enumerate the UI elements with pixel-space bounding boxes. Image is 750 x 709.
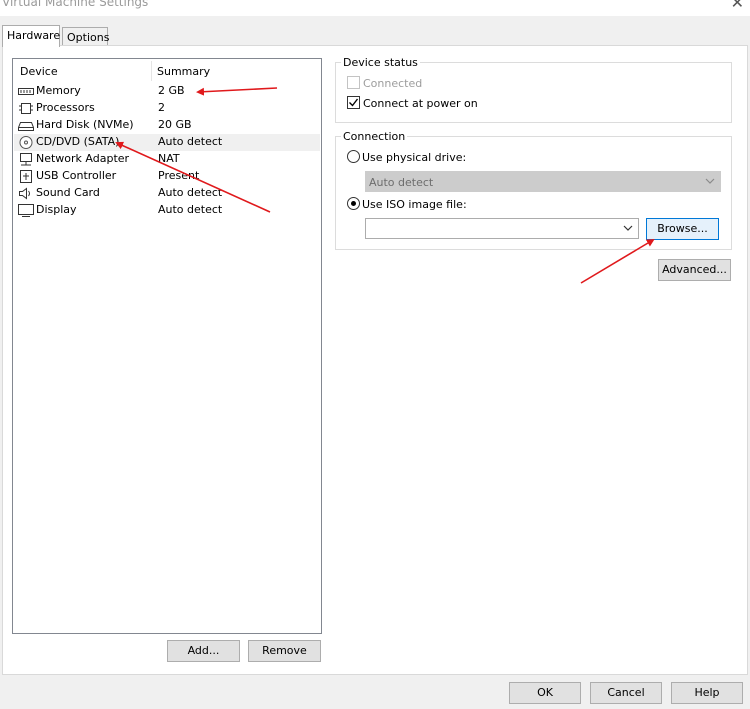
- device-name: Display: [36, 203, 77, 216]
- close-icon[interactable]: ✕: [731, 0, 744, 12]
- device-row-sound-card[interactable]: Sound Card Auto detect: [14, 185, 320, 202]
- device-name: Network Adapter: [36, 152, 130, 165]
- connect-at-power-on-label: Connect at power on: [363, 97, 478, 110]
- hard-disk-icon: [18, 122, 34, 131]
- device-summary: 2: [158, 101, 165, 114]
- use-physical-drive-label: Use physical drive:: [362, 151, 467, 164]
- help-button[interactable]: Help: [671, 682, 743, 704]
- use-iso-image-label: Use ISO image file:: [362, 198, 467, 211]
- device-row-network-adapter[interactable]: Network Adapter NAT: [14, 151, 320, 168]
- cd-dvd-icon: [19, 136, 33, 149]
- sound-icon: [19, 187, 30, 200]
- memory-icon: [18, 88, 34, 95]
- browse-button[interactable]: Browse...: [646, 218, 719, 240]
- device-status-group: [335, 62, 732, 123]
- advanced-button[interactable]: Advanced...: [658, 259, 731, 281]
- device-summary: Auto detect: [158, 203, 223, 216]
- device-row-hard-disk[interactable]: Hard Disk (NVMe) 20 GB: [14, 117, 320, 134]
- column-separator[interactable]: [151, 61, 152, 81]
- device-name: Sound Card: [36, 186, 100, 199]
- device-row-cd-dvd[interactable]: CD/DVD (SATA) Auto detect: [14, 134, 320, 151]
- display-icon: [18, 204, 34, 217]
- remove-button[interactable]: Remove: [248, 640, 321, 662]
- device-name: Memory: [36, 84, 81, 97]
- device-row-usb-controller[interactable]: USB Controller Present: [14, 168, 320, 185]
- device-list[interactable]: Device Summary Memory 2 GB Processors 2 …: [12, 58, 322, 634]
- device-summary: 20 GB: [158, 118, 192, 131]
- physical-drive-value: Auto detect: [369, 176, 434, 189]
- device-status-title: Device status: [341, 56, 420, 69]
- use-physical-drive-radio[interactable]: [347, 150, 360, 163]
- checkmark-icon: [349, 98, 359, 107]
- column-header-device[interactable]: Device: [20, 65, 58, 78]
- connection-title: Connection: [341, 130, 408, 143]
- radio-selected-dot: [351, 201, 356, 206]
- physical-drive-select[interactable]: Auto detect: [365, 171, 721, 192]
- connected-checkbox[interactable]: [347, 76, 360, 89]
- device-summary: Auto detect: [158, 135, 223, 148]
- device-row-memory[interactable]: Memory 2 GB: [14, 83, 320, 100]
- title-bar: Virtual Machine Settings ✕: [0, 0, 750, 16]
- connected-label: Connected: [363, 77, 423, 90]
- iso-image-path-combobox[interactable]: [365, 218, 639, 239]
- device-summary: Present: [158, 169, 200, 182]
- connect-at-power-on-checkbox[interactable]: [347, 96, 360, 109]
- device-summary: Auto detect: [158, 186, 223, 199]
- cancel-button[interactable]: Cancel: [590, 682, 662, 704]
- tab-hardware[interactable]: Hardware: [2, 25, 60, 47]
- ok-button[interactable]: OK: [509, 682, 581, 704]
- device-name: Hard Disk (NVMe): [36, 118, 134, 131]
- device-summary: 2 GB: [158, 84, 185, 97]
- tab-options[interactable]: Options: [62, 27, 109, 47]
- column-header-summary[interactable]: Summary: [157, 65, 210, 78]
- usb-icon: [20, 170, 32, 183]
- add-button[interactable]: Add...: [167, 640, 240, 662]
- network-adapter-icon: [20, 153, 32, 166]
- device-name: CD/DVD (SATA): [36, 135, 120, 148]
- device-name: USB Controller: [36, 169, 117, 182]
- use-iso-image-radio[interactable]: [347, 197, 360, 210]
- device-name: Processors: [36, 101, 95, 114]
- device-row-processors[interactable]: Processors 2: [14, 100, 320, 117]
- processor-icon: [19, 103, 33, 114]
- window-title: Virtual Machine Settings: [2, 0, 149, 9]
- list-header: Device Summary: [13, 59, 321, 81]
- device-row-display[interactable]: Display Auto detect: [14, 202, 320, 219]
- device-summary: NAT: [158, 152, 180, 165]
- chevron-down-icon[interactable]: [622, 221, 634, 235]
- chevron-down-icon: [705, 178, 715, 184]
